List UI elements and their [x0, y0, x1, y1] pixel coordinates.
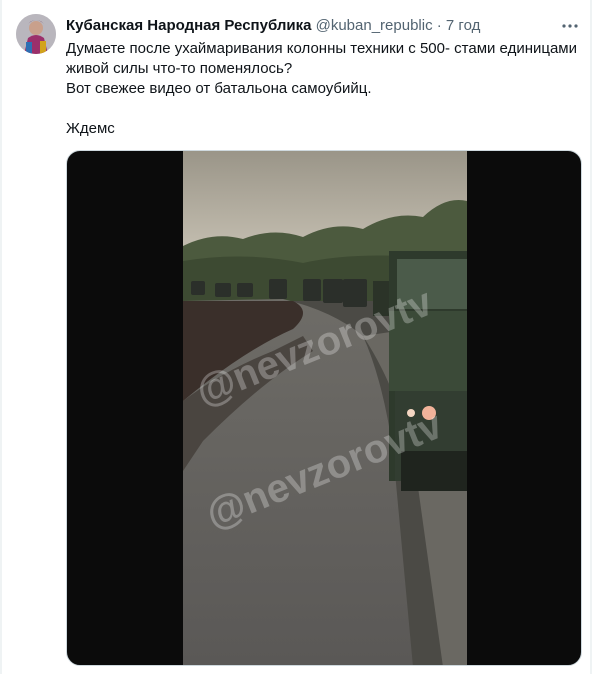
- more-horizontal-icon: [562, 24, 578, 28]
- tweet-text-line: Думаете после ухаймаривания колонны техн…: [66, 40, 577, 77]
- header-separator: ·: [436, 17, 442, 34]
- author-avatar[interactable]: [16, 14, 56, 54]
- avatar-image: [16, 14, 56, 54]
- author-name[interactable]: Кубанская Народная Республика: [66, 17, 311, 34]
- tweet-header: Кубанская Народная Республика @kuban_rep…: [66, 16, 552, 36]
- more-button[interactable]: [558, 14, 582, 38]
- timeline-border-left: [0, 0, 2, 674]
- video-frame: @nevzorovtv @nevzorovtv: [183, 151, 467, 665]
- tweet-text: Думаете после ухаймаривания колонны техн…: [66, 39, 584, 139]
- video-player[interactable]: @nevzorovtv @nevzorovtv: [66, 150, 582, 666]
- tweet-timestamp[interactable]: 7 год: [446, 17, 480, 34]
- author-handle[interactable]: @kuban_republic: [316, 17, 433, 34]
- tweet-text-line: Вот свежее видео от батальона самоубийц.: [66, 80, 372, 97]
- tweet-text-line: Ждемс: [66, 120, 115, 137]
